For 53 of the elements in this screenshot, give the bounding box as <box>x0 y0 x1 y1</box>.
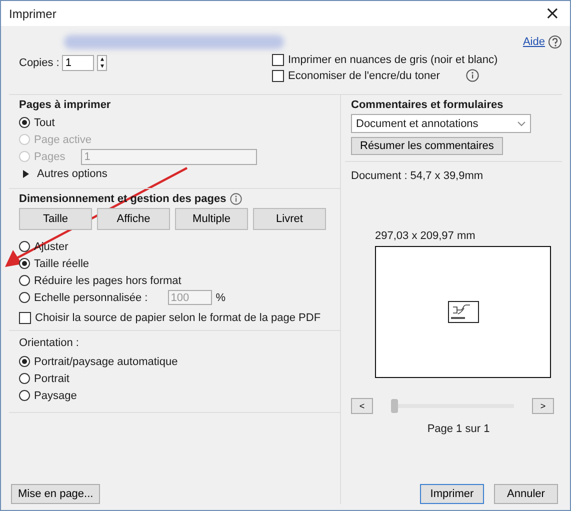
checkbox-label: Economiser de l'encre/du toner <box>288 70 440 82</box>
radio-label: Portrait/paysage automatique <box>34 356 178 368</box>
page-slider-thumb[interactable] <box>391 399 398 413</box>
radio-button[interactable] <box>19 390 30 401</box>
page-setup-button[interactable]: Mise en page... <box>11 484 100 504</box>
mode-button[interactable]: Multiple <box>175 208 248 230</box>
more-options-toggle[interactable]: Autres options <box>37 168 108 180</box>
radio-label: Echelle personnalisée : <box>34 292 148 304</box>
unit-label: % <box>216 292 226 304</box>
radio-button[interactable] <box>19 373 30 384</box>
window-title: Imprimer <box>9 6 56 20</box>
copies-field[interactable]: 1 <box>62 55 94 71</box>
radio-button[interactable] <box>19 117 30 128</box>
summarize-button[interactable]: Résumer les commentaires <box>351 137 503 155</box>
checkbox[interactable] <box>272 70 284 82</box>
mode-button[interactable]: Taille <box>19 208 92 230</box>
radio-button[interactable] <box>19 356 30 367</box>
radio-label: Pages <box>34 150 66 162</box>
section-title: Pages à imprimer <box>19 99 112 111</box>
checkbox[interactable] <box>19 312 31 324</box>
checkbox-label: Choisir la source de papier selon le format de la page PDF <box>35 312 321 324</box>
document-size: Document : 54,7 x 39,9mm <box>351 170 484 182</box>
radio-label: Taille réelle <box>34 258 90 270</box>
section-title: Orientation : <box>19 337 80 349</box>
checkbox[interactable] <box>272 54 284 66</box>
info-icon <box>230 193 242 205</box>
next-page-button[interactable]: > <box>532 398 554 414</box>
print-button[interactable]: Imprimer <box>420 484 484 504</box>
help-icon <box>548 35 562 49</box>
comments-dropdown[interactable]: Document et annotations <box>351 114 531 133</box>
help-link[interactable]: Aide <box>522 36 545 48</box>
page-counter: Page 1 sur 1 <box>426 423 491 435</box>
checkbox-label: Imprimer en nuances de gris (noir et blanc) <box>288 54 498 66</box>
page-size: 297,03 x 209,97 mm <box>375 230 476 242</box>
radio-label: Tout <box>34 116 55 128</box>
previous-page-button[interactable]: < <box>351 398 373 414</box>
radio-label: Page active <box>34 134 92 146</box>
radio-button[interactable] <box>19 241 30 252</box>
radio-button[interactable] <box>19 292 30 303</box>
section-title: Commentaires et formulaires <box>351 99 504 111</box>
copies-label: Copies : <box>19 57 60 69</box>
mode-button[interactable]: Livret <box>253 208 326 230</box>
radio-button[interactable] <box>19 258 30 269</box>
mode-button[interactable]: Affiche <box>97 208 170 230</box>
expand-arrow-icon[interactable] <box>23 170 29 178</box>
radio-label: Portrait <box>34 372 70 384</box>
cancel-button[interactable]: Annuler <box>494 484 558 504</box>
radio-label: Paysage <box>34 390 77 402</box>
dropdown-caret-icon[interactable] <box>517 120 526 126</box>
close-button[interactable]: × <box>540 3 564 24</box>
radio-button[interactable] <box>19 275 30 286</box>
page-content-drawing <box>448 301 478 323</box>
radio-label: Réduire les pages hors format <box>34 274 182 286</box>
